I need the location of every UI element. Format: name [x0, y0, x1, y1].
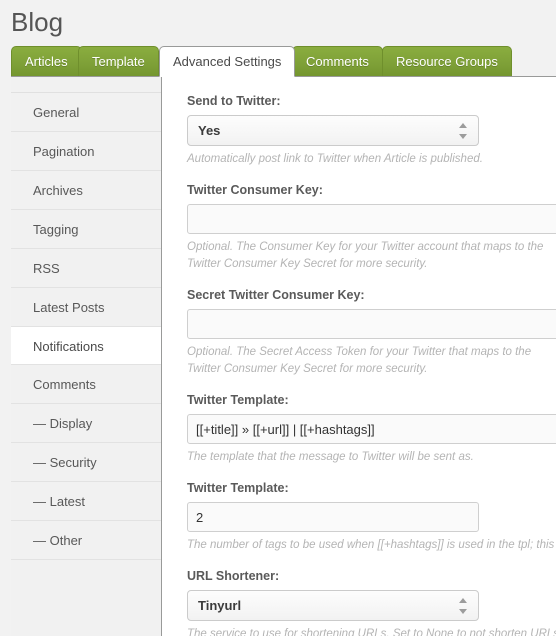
spinner-updown-icon [459, 123, 468, 139]
sidebar-item-archives[interactable]: Archives [11, 171, 161, 210]
tab-resource-groups[interactable]: Resource Groups [382, 46, 512, 76]
sidebar-list: General Pagination Archives Tagging RSS … [11, 93, 161, 560]
input-secret-twitter-consumer-key[interactable] [187, 309, 556, 339]
settings-form-area: Send to Twitter: Yes Automatically post … [162, 77, 556, 636]
field-send-to-twitter: Send to Twitter: Yes Automatically post … [187, 94, 556, 168]
sidebar-item-rss[interactable]: RSS [11, 249, 161, 288]
settings-sidebar: General Pagination Archives Tagging RSS … [11, 77, 162, 636]
label-send-to-twitter: Send to Twitter: [187, 94, 281, 108]
app-root: Blog Articles Template Advanced Settings… [0, 0, 556, 636]
sidebar-item-security[interactable]: — Security [11, 443, 161, 482]
sidebar-item-other[interactable]: — Other [11, 521, 161, 560]
help-twitter-template-tag-count: The number of tags to be used when [[+ha… [187, 539, 556, 551]
sidebar-item-comments[interactable]: Comments [11, 365, 161, 404]
content-panel: General Pagination Archives Tagging RSS … [11, 77, 556, 636]
label-twitter-template-tag-count: Twitter Template: [187, 481, 289, 495]
sidebar-item-notifications[interactable]: Notifications [11, 326, 161, 365]
sidebar-item-tagging[interactable]: Tagging [11, 210, 161, 249]
spinner-updown-icon [459, 598, 468, 614]
help-secret-twitter-consumer-key: Optional. The Secret Access Token for yo… [187, 346, 532, 375]
select-url-shortener-value: Tinyurl [198, 598, 242, 613]
input-twitter-template-tag-count[interactable] [187, 502, 479, 532]
label-url-shortener: URL Shortener: [187, 569, 280, 583]
field-secret-twitter-consumer-key: Secret Twitter Consumer Key: Optional. T… [187, 288, 556, 378]
sidebar-item-display[interactable]: — Display [11, 404, 161, 443]
label-twitter-consumer-key: Twitter Consumer Key: [187, 183, 323, 197]
page-title: Blog [11, 7, 64, 37]
sidebar-top-strip [11, 77, 161, 93]
tab-template[interactable]: Template [78, 46, 159, 76]
settings-form: Send to Twitter: Yes Automatically post … [187, 94, 556, 636]
sidebar-item-pagination[interactable]: Pagination [11, 132, 161, 171]
label-secret-twitter-consumer-key: Secret Twitter Consumer Key: [187, 288, 365, 302]
sidebar-item-latest-posts[interactable]: Latest Posts [11, 288, 161, 327]
input-twitter-consumer-key[interactable] [187, 204, 556, 234]
help-send-to-twitter: Automatically post link to Twitter when … [187, 153, 483, 165]
select-send-to-twitter[interactable]: Yes [187, 115, 479, 146]
field-twitter-consumer-key: Twitter Consumer Key: Optional. The Cons… [187, 183, 556, 273]
tab-advanced-settings[interactable]: Advanced Settings [159, 46, 296, 77]
label-twitter-template: Twitter Template: [187, 393, 289, 407]
input-twitter-template[interactable] [187, 414, 556, 444]
tab-comments[interactable]: Comments [292, 46, 383, 76]
field-url-shortener: URL Shortener: Tinyurl The service to us… [187, 569, 556, 636]
sidebar-item-general[interactable]: General [11, 93, 161, 132]
help-twitter-template: The template that the message to Twitter… [187, 451, 474, 463]
select-send-to-twitter-value: Yes [198, 123, 221, 138]
select-url-shortener[interactable]: Tinyurl [187, 590, 479, 621]
sidebar-item-latest[interactable]: — Latest [11, 482, 161, 521]
tab-bar: Articles Template Advanced Settings Comm… [0, 46, 556, 77]
tab-articles[interactable]: Articles [11, 46, 82, 76]
field-twitter-template-tag-count: Twitter Template: The number of tags to … [187, 481, 556, 554]
help-twitter-consumer-key: Optional. The Consumer Key for your Twit… [187, 241, 544, 270]
help-url-shortener: The service to use for shortening URLs. … [187, 628, 556, 636]
field-twitter-template: Twitter Template: The template that the … [187, 393, 556, 466]
